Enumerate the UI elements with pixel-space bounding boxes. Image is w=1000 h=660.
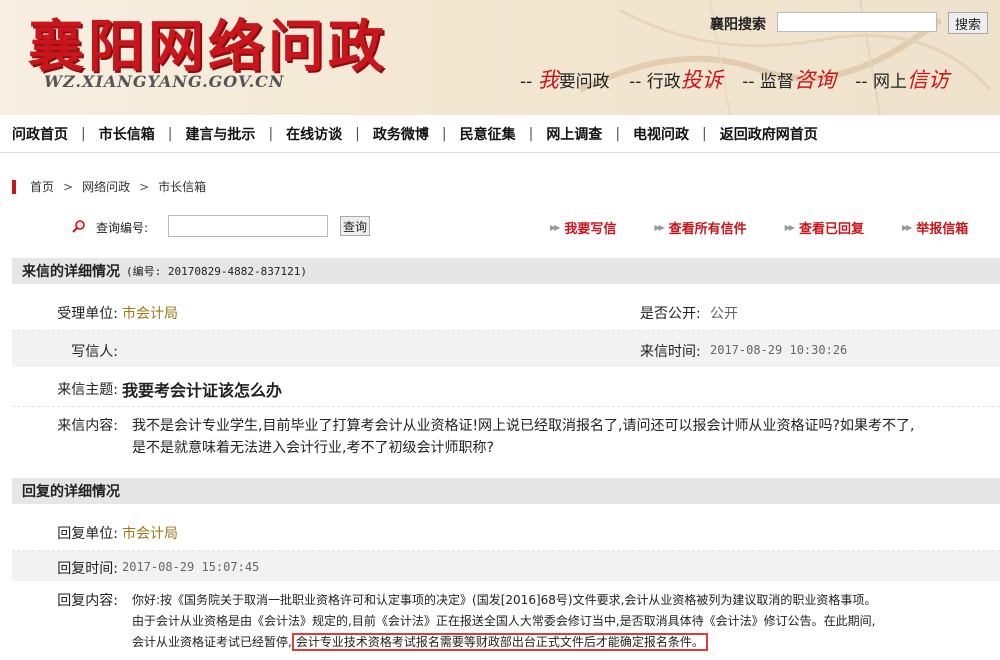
- letter-section-title: 来信的详细情况: [22, 264, 120, 280]
- main-nav: 问政首页 | 市长信箱 | 建言与批示 | 在线访谈 | 政务微博 | 民意征集 | 网上调…: [0, 118, 1000, 150]
- reply-time-label: 回复时间:: [57, 561, 118, 577]
- reply-unit-label: 回复单位:: [57, 526, 118, 542]
- query-button[interactable]: 查询: [340, 216, 370, 236]
- site-search-button[interactable]: 搜索: [948, 12, 988, 34]
- query-bar: 查询编号: 查询 ▶▶ 我要写信 ▶▶ 查看所有信件 ▶▶ 查看已回复 ▶▶ 举报信箱: [72, 214, 972, 240]
- reply-content-line: 你好:按《国务院关于取消一批职业资格许可和认定事项的决定》(国发[2016]68…: [132, 593, 877, 607]
- slogan-consult: -- 监督咨询: [742, 68, 836, 92]
- site-search-label: 襄阳搜索: [710, 17, 766, 33]
- double-arrow-icon: ▶▶: [901, 223, 912, 232]
- double-arrow-icon: ▶▶: [550, 223, 560, 232]
- report-mailbox-link[interactable]: ▶▶ 举报信箱: [902, 218, 968, 237]
- public-label: 是否公开:: [640, 306, 701, 322]
- subject-label: 来信主题:: [57, 382, 118, 398]
- letter-links: ▶▶ 我要写信 ▶▶ 查看所有信件 ▶▶ 查看已回复 ▶▶ 举报信箱: [550, 218, 1000, 237]
- reply-time-value: 2017-08-29 15:07:45: [122, 560, 260, 574]
- nav-opinion-collection[interactable]: 民意征集: [447, 124, 529, 144]
- letter-row-content: 来信内容: 我不是会计专业学生,目前毕业了打算考会计从业资格证!网上说已经取消报…: [12, 407, 1000, 467]
- unit-label: 受理单位:: [57, 306, 118, 322]
- letter-row-writer: 写信人: 来信时间: 2017-08-29 10:30:26: [12, 331, 1000, 367]
- letter-row-subject: 来信主题: 我要考会计证该怎么办: [12, 368, 1000, 407]
- nav-gov-weibo[interactable]: 政务微博: [360, 124, 442, 144]
- slogan-ask: -- 我要问政: [520, 68, 610, 92]
- query-number-label: 查询编号:: [96, 221, 149, 235]
- search-icon: [72, 220, 85, 233]
- content-label: 来信内容:: [57, 418, 118, 434]
- double-arrow-icon: ▶▶: [784, 223, 795, 232]
- reply-content-label: 回复内容:: [57, 593, 118, 609]
- nav-divider: [0, 152, 1000, 153]
- unit-value: 市会计局: [122, 306, 178, 322]
- chevron-right-icon: >: [139, 179, 150, 194]
- slogan-complaint: -- 行政投诉: [629, 68, 723, 92]
- public-value: 公开: [710, 306, 738, 322]
- nav-tv-politics[interactable]: 电视问政: [620, 124, 702, 144]
- letter-id: (编号: 20170829-4882-837121): [126, 265, 307, 278]
- subject-value: 我要考会计证该怎么办: [122, 381, 283, 400]
- reply-content-line: 由于会计从业资格是由《会计法》规定的,目前《会计法》正在报送全国人大常委会修订当…: [132, 614, 876, 628]
- time-label: 来信时间:: [640, 344, 701, 360]
- nav-online-survey[interactable]: 网上调查: [533, 124, 615, 144]
- reply-content: 你好:按《国务院关于取消一批职业资格许可和认定事项的决定》(国发[2016]68…: [132, 590, 992, 653]
- breadcrumb-online-politics[interactable]: 网络问政: [82, 178, 130, 195]
- breadcrumb: 首页 > 网络问政 > 市长信箱: [12, 178, 206, 195]
- reply-row-time: 回复时间: 2017-08-29 15:07:45: [12, 551, 1000, 581]
- reply-content-line: 会计从业资格证考试已经暂停, 会计专业技术资格考试报名需要等财政部出台正式文件后才…: [132, 632, 992, 653]
- reply-section-title: 回复的详细情况: [22, 484, 120, 500]
- breadcrumb-marker: [12, 179, 16, 194]
- highlighted-text: 会计专业技术资格考试报名需要等财政部出台正式文件后才能确定报名条件。: [291, 633, 708, 651]
- double-arrow-icon: ▶▶: [654, 223, 664, 232]
- reply-row-content: 回复内容: 你好:按《国务院关于取消一批职业资格许可和认定事项的决定》(国发[2…: [12, 588, 1000, 660]
- letter-section-header: 来信的详细情况 (编号: 20170829-4882-837121): [12, 258, 1000, 284]
- letter-content-line: 是不是就意味着无法进入会计行业,考不了初级会计师职称?: [132, 440, 494, 456]
- site-search-input[interactable]: [777, 12, 937, 32]
- view-replied-link[interactable]: ▶▶ 查看已回复: [785, 218, 864, 237]
- chevron-right-icon: >: [63, 179, 74, 194]
- nav-online-interview[interactable]: 在线访谈: [273, 124, 355, 144]
- site-logo-url: WZ.XIANGYANG.GOV.CN: [44, 72, 285, 91]
- writer-label: 写信人:: [71, 344, 118, 360]
- nav-mayor-mailbox[interactable]: 市长信箱: [86, 124, 168, 144]
- breadcrumb-mayor-mailbox[interactable]: 市长信箱: [158, 178, 206, 195]
- nav-suggestions[interactable]: 建言与批示: [172, 124, 268, 144]
- letter-row-unit: 受理单位: 市会计局 是否公开: 公开: [12, 292, 1000, 331]
- query-number-input[interactable]: [168, 215, 328, 237]
- nav-back-to-gov[interactable]: 返回政府网首页: [707, 124, 831, 144]
- header-slogans: -- 我要问政 -- 行政投诉 -- 监督咨询 -- 网上信访: [520, 64, 963, 94]
- letter-content-line: 我不是会计专业学生,目前毕业了打算考会计从业资格证!网上说已经取消报名了,请问还…: [132, 418, 915, 434]
- site-logo-title: 襄阳网络问政: [28, 14, 388, 80]
- view-all-letters-link[interactable]: ▶▶ 查看所有信件: [654, 218, 746, 237]
- time-value: 2017-08-29 10:30:26: [710, 343, 848, 357]
- slogan-petition: -- 网上信访: [855, 68, 949, 92]
- site-header: 襄阳网络问政 WZ.XIANGYANG.GOV.CN 襄阳搜索 搜索 -- 我要…: [0, 0, 1000, 115]
- reply-row-unit: 回复单位: 市会计局: [12, 512, 1000, 551]
- letter-content: 我不是会计专业学生,目前毕业了打算考会计从业资格证!网上说已经取消报名了,请问还…: [132, 415, 992, 459]
- reply-section-header: 回复的详细情况: [12, 478, 1000, 504]
- nav-home[interactable]: 问政首页: [0, 124, 81, 144]
- breadcrumb-home[interactable]: 首页: [30, 178, 54, 195]
- write-letter-link[interactable]: ▶▶ 我要写信: [550, 218, 616, 237]
- reply-unit-value: 市会计局: [122, 526, 178, 542]
